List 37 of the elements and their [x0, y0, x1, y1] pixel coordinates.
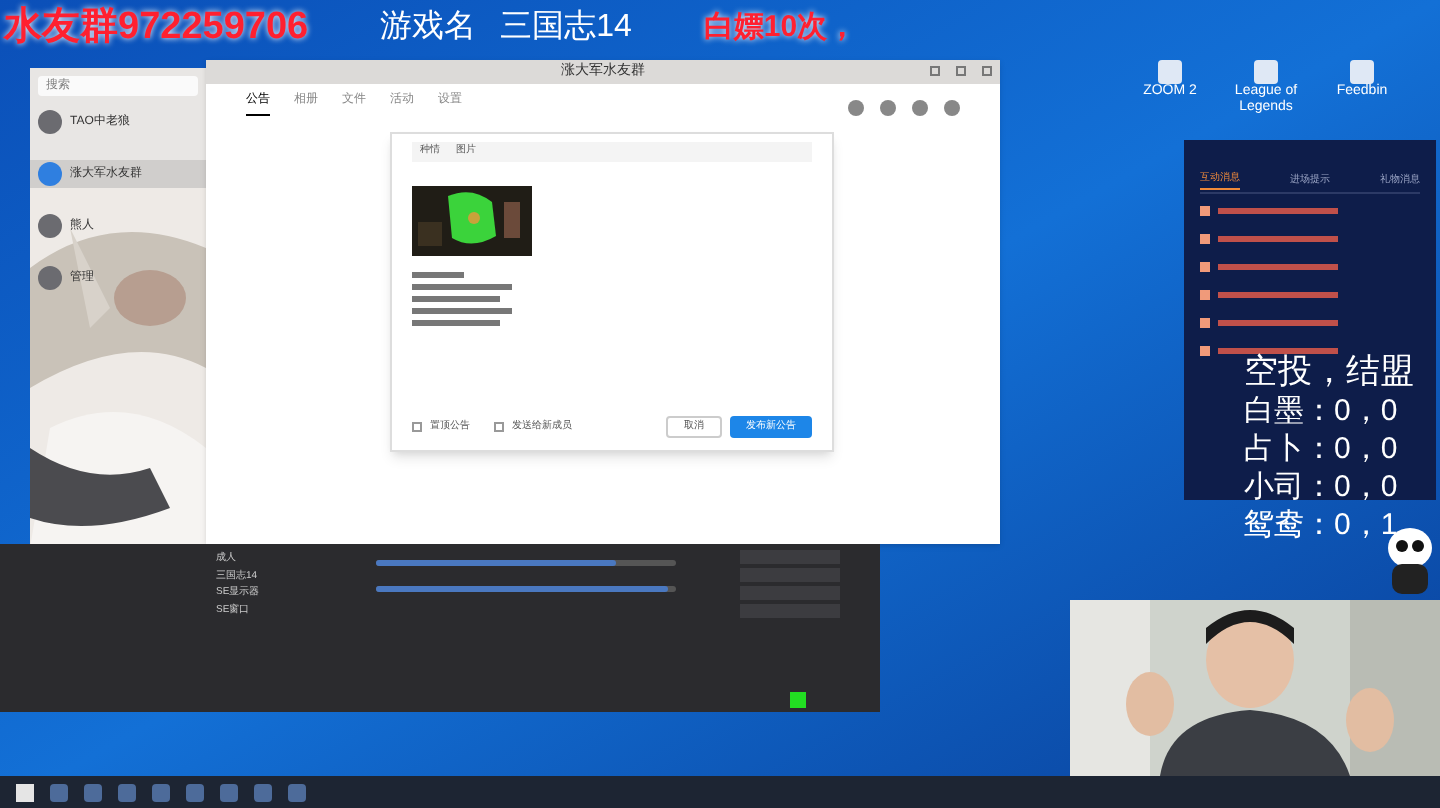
score-text: 白墨：0，0 [1244, 392, 1398, 430]
score-text: 小司：0，0 [1244, 468, 1398, 506]
app-icon[interactable] [1158, 60, 1182, 84]
windows-icon[interactable] [16, 783, 34, 801]
blurred-text-line [412, 308, 512, 314]
app-icon[interactable] [1254, 60, 1278, 84]
score-text: 占卜：0，0 [1244, 430, 1398, 468]
user-level-icon [1200, 345, 1210, 355]
avatar-icon [38, 162, 62, 186]
game-name: 三国志14 [500, 7, 632, 49]
user-level-icon [1200, 205, 1210, 215]
blurred-text-line [1218, 347, 1338, 353]
game-label: 游戏名 [380, 7, 477, 49]
blurred-text-line [412, 272, 464, 278]
avatar-icon [38, 110, 62, 134]
checkbox[interactable] [494, 422, 504, 432]
blurred-text-line [412, 284, 512, 290]
status-indicator-icon [790, 692, 806, 708]
checkbox[interactable] [412, 422, 422, 432]
user-level-icon [1200, 261, 1210, 271]
blurred-text-line [1218, 319, 1338, 325]
blurred-text-line [1218, 263, 1338, 269]
blurred-text-line [1218, 235, 1338, 241]
user-level-icon [1200, 233, 1210, 243]
blurred-text-line [1218, 207, 1338, 213]
overlay-title: 空投，结盟 [1244, 352, 1414, 392]
volume-slider[interactable] [376, 586, 676, 592]
app-icon[interactable] [1350, 60, 1374, 84]
user-level-icon [1200, 289, 1210, 299]
score-text: 鸳鸯：0，1 [1244, 506, 1398, 544]
blurred-text-line [412, 296, 500, 302]
user-level-icon [1200, 317, 1210, 327]
blurred-text-line [1218, 291, 1338, 297]
rule-note: 白嫖10次， [703, 8, 858, 48]
blurred-text-line [412, 320, 500, 326]
group-number-text: 水友群972259706 [4, 4, 309, 52]
volume-slider[interactable] [376, 560, 676, 566]
